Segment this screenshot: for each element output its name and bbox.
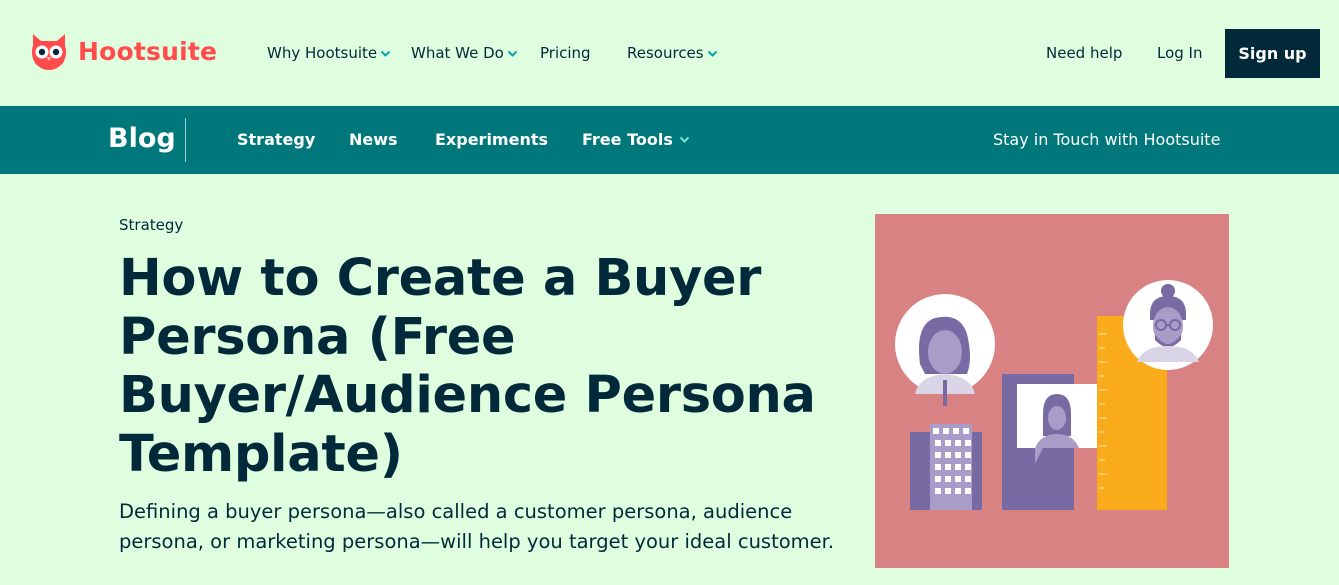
blog-navigation: Blog Strategy News Experiments Free Tool… [0,106,1339,174]
article-title: How to Create a Buyer Persona (Free Buye… [119,249,816,484]
divider [185,118,186,162]
chevron-down-icon [679,136,690,143]
nav-what-we-do[interactable]: What We Do [411,44,518,62]
article-lead: Defining a buyer persona—also called a c… [119,500,835,553]
blog-home-link[interactable]: Blog [108,123,176,154]
buyer-persona-illustration [875,214,1229,568]
nav-resources[interactable]: Resources [627,44,718,62]
signup-button[interactable]: Sign up [1225,29,1320,78]
login-link[interactable]: Log In [1157,44,1203,62]
hootsuite-logo[interactable]: Hootsuite [28,28,217,74]
nav-why-hootsuite[interactable]: Why Hootsuite [267,44,391,62]
stay-in-touch-link[interactable]: Stay in Touch with Hootsuite [993,130,1220,149]
chevron-down-icon [707,50,717,57]
blog-tab-free-tools[interactable]: Free Tools [582,130,690,149]
nav-label: Why Hootsuite [267,44,378,62]
article-category-link[interactable]: Strategy [119,216,183,234]
chevron-down-icon [507,50,518,57]
brand-name: Hootsuite [78,36,218,66]
blog-tab-strategy[interactable]: Strategy [237,130,315,149]
blog-tab-experiments[interactable]: Experiments [435,130,548,149]
owl-logo-icon [31,34,67,70]
nav-label: Resources [627,44,704,62]
chevron-down-icon [380,50,391,57]
need-help-link[interactable]: Need help [1046,44,1122,62]
top-navigation: Hootsuite Why Hootsuite What We Do Prici… [0,0,1339,106]
blog-tab-label: Free Tools [582,130,673,149]
nav-label: Pricing [540,44,591,62]
nav-pricing[interactable]: Pricing [540,44,591,62]
nav-label: What We Do [411,44,504,62]
blog-tab-news[interactable]: News [349,130,398,149]
